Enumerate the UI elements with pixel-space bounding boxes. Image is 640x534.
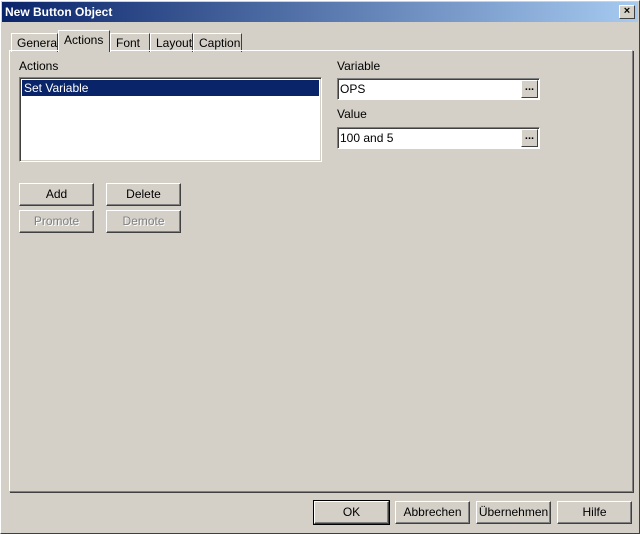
actions-listbox[interactable]: Set Variable [19,77,322,162]
value-browse-button[interactable]: ... [521,129,538,147]
value-field-box: ... [337,127,540,149]
value-label: Value [337,107,367,121]
actions-label: Actions [19,59,59,73]
tab-actions[interactable]: Actions [58,30,110,52]
list-item[interactable]: Set Variable [22,80,319,96]
help-button[interactable]: Hilfe [557,501,632,524]
add-button[interactable]: Add [19,183,94,206]
apply-button[interactable]: Übernehmen [476,501,551,524]
variable-input[interactable] [340,81,518,97]
delete-button[interactable]: Delete [106,183,181,206]
variable-field-box: ... [337,78,540,100]
promote-button: Promote [19,210,94,233]
cancel-button[interactable]: Abbrechen [395,501,470,524]
demote-button: Demote [106,210,181,233]
ok-button[interactable]: OK [313,500,390,525]
close-icon[interactable]: × [619,5,635,19]
variable-browse-button[interactable]: ... [521,80,538,98]
window-title: New Button Object [5,5,113,19]
value-input[interactable] [340,130,518,146]
title-bar[interactable]: New Button Object × [2,2,638,22]
variable-label: Variable [337,59,381,73]
dialog-window: New Button Object × General Actions Font… [0,0,640,534]
